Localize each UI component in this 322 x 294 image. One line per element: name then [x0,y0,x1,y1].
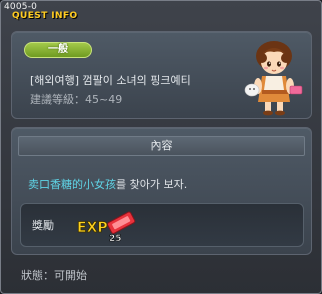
npc-name-highlight[interactable]: 卖口香糖的小女孩 [28,178,116,191]
exp-label: EXP [77,220,108,236]
quest-name: [해외여행] 껌팔이 소녀의 핑크예티 [30,74,191,87]
quest-summary-panel: 一般 [해외여행] 껌팔이 소녀의 핑크예티 建議等級：45~49 [11,31,312,119]
description-text: 를 찾아가 보자. [116,178,188,191]
category-badge: 一般 [24,42,92,58]
reward-box: 獎勵 EXP 25 [20,203,304,247]
quest-content-panel: 內容 卖口香糖的小女孩를 찾아가 보자. 獎勵 EXP 25 [11,127,312,255]
exp-ticket-icon[interactable]: EXP 25 [75,210,141,244]
quest-description: 卖口香糖的小女孩를 찾아가 보자. [28,176,187,192]
quest-info-window: 4005-0 QUEST INFO 一般 [해외여행] 껌팔이 소녀의 핑크예티… [0,0,322,294]
reward-label: 獎勵 [32,219,54,232]
exp-count: 25 [109,234,122,244]
window-title: QUEST INFO [12,11,78,21]
recommended-level: 建議等級：45~49 [30,93,123,106]
quest-status: 狀態：可開始 [21,269,87,282]
content-header: 內容 [18,136,305,156]
npc-girl-portrait [244,41,303,116]
